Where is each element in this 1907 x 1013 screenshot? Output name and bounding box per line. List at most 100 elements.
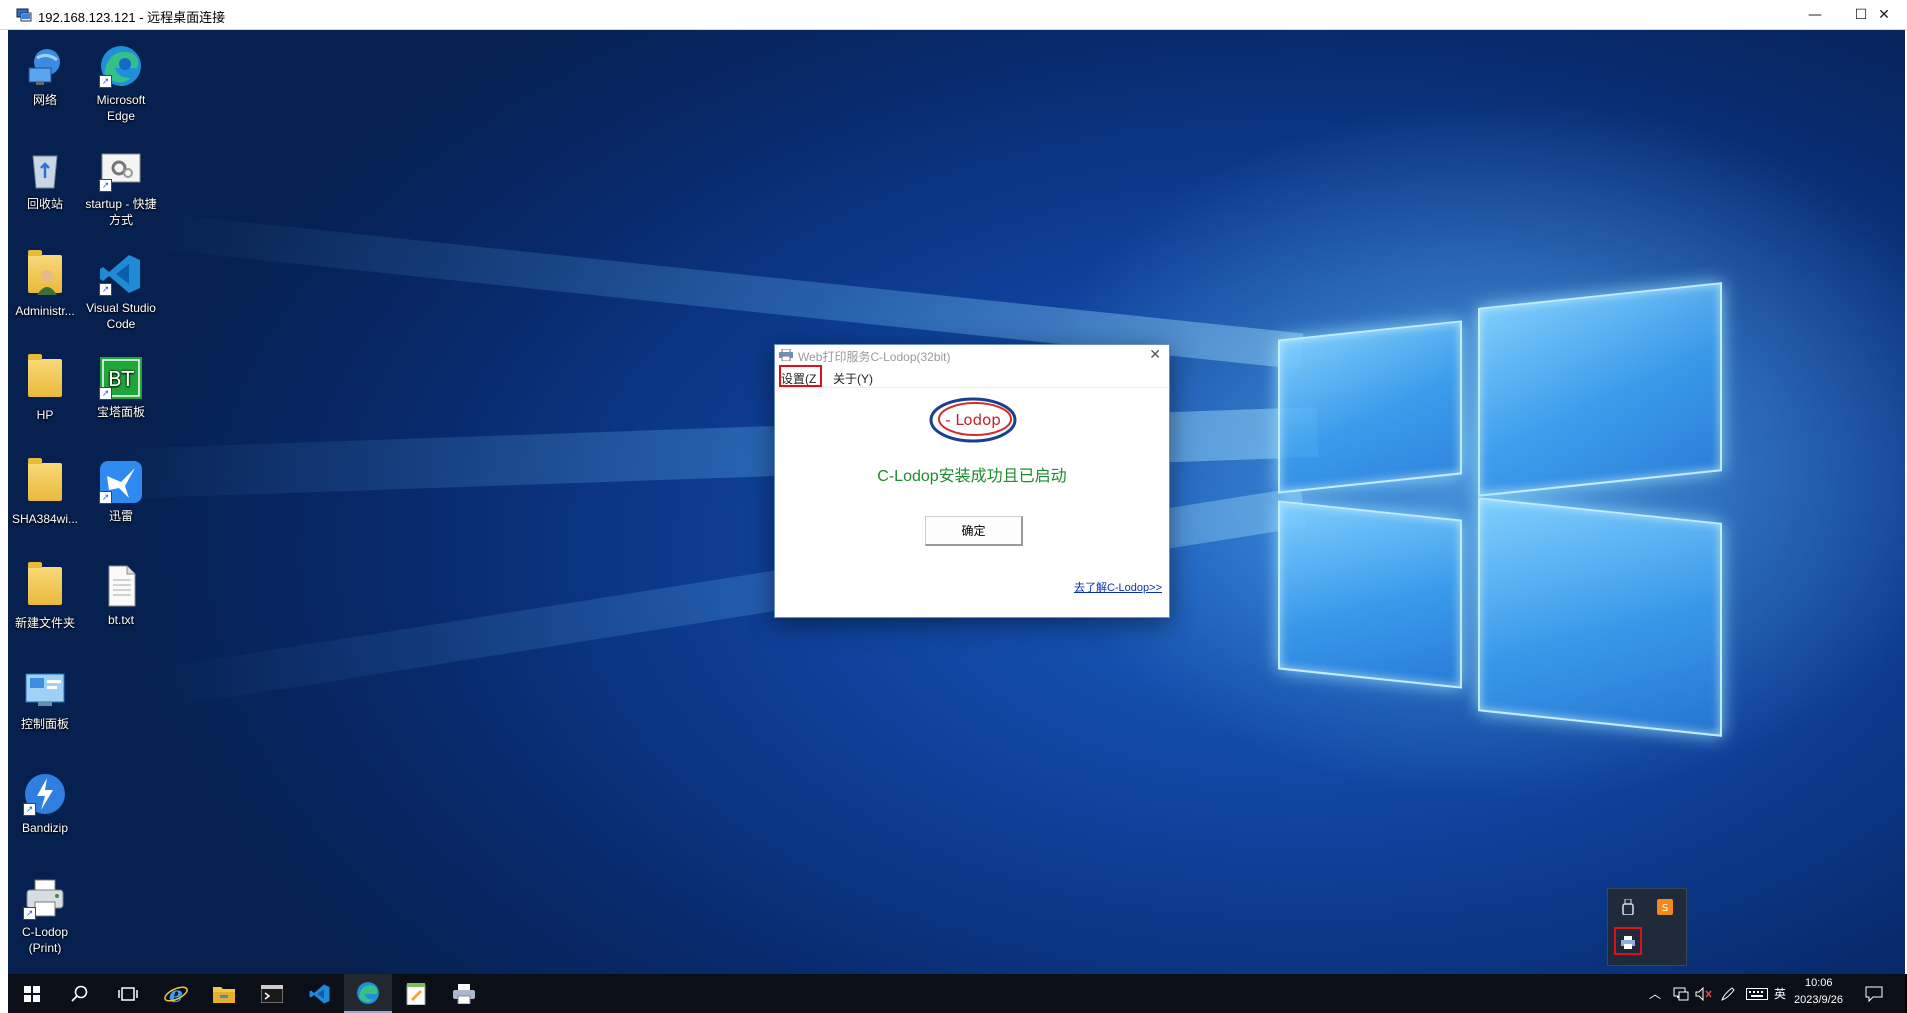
terminal-icon xyxy=(261,984,283,1003)
remote-desktop-icon xyxy=(16,8,32,22)
svg-text:S: S xyxy=(1662,903,1668,914)
bt-panel-icon: BT ↗ xyxy=(99,356,143,400)
desktop-icon-bandizip[interactable]: ↗ Bandizip xyxy=(8,772,82,836)
file-explorer-icon xyxy=(213,986,235,1003)
network-status-icon[interactable] xyxy=(1673,987,1689,1001)
desktop-icon-label: HP xyxy=(36,408,54,422)
shortcut-arrow-icon: ↗ xyxy=(99,491,112,504)
taskbar-printer[interactable] xyxy=(440,974,488,1013)
task-view-icon xyxy=(118,986,138,1001)
desktop-icon-bt-txt[interactable]: bt.txt xyxy=(84,564,158,628)
learn-clodop-link[interactable]: 去了解C-Lodop>> xyxy=(1074,579,1162,595)
dialog-title: Web打印服务C-Lodop(32bit) xyxy=(798,350,951,364)
desktop-icon-vscode[interactable]: ↗ Visual Studio Code xyxy=(84,252,158,332)
search-button[interactable] xyxy=(56,974,104,1013)
new-folder-icon xyxy=(23,562,67,611)
folder-icon xyxy=(28,354,62,397)
start-icon xyxy=(24,985,40,1002)
svg-text:BT: BT xyxy=(108,367,135,391)
network-icon xyxy=(23,44,67,88)
desktop-icon-clodop[interactable]: ↗ C-Lodop (Print) xyxy=(8,876,82,956)
shortcut-arrow-icon: ↗ xyxy=(99,75,112,88)
highlight-box xyxy=(1614,927,1642,955)
pen-icon[interactable] xyxy=(1720,986,1736,1002)
desktop-icon-label: 控制面板 xyxy=(20,717,69,731)
desktop-icon-label: 回收站 xyxy=(26,197,63,211)
sha384-folder-icon xyxy=(23,458,67,507)
ok-button[interactable]: 确定 xyxy=(925,516,1023,546)
desktop-icon-edge[interactable]: ↗ Microsoft Edge xyxy=(84,44,158,124)
desktop-icon-label: SHA384wi... xyxy=(11,512,79,526)
desktop-icon-hp[interactable]: HP xyxy=(8,354,82,423)
folder-icon xyxy=(28,562,62,605)
shortcut-arrow-icon: ↗ xyxy=(99,179,112,192)
remote-desktop: 网络 回收站 Administr... HP SHA384wi... 新建文件夹… xyxy=(8,30,1905,974)
taskbar-terminal[interactable] xyxy=(248,974,296,1013)
shortcut-arrow-icon: ↗ xyxy=(23,803,36,816)
printer-icon xyxy=(779,349,793,361)
start-button[interactable] xyxy=(8,974,56,1013)
taskbar-ie[interactable]: e xyxy=(152,974,200,1013)
notification-icon[interactable] xyxy=(1865,986,1883,1002)
highlight-box xyxy=(779,365,822,387)
xunlei-icon: ↗ xyxy=(99,460,143,504)
desktop-icon-network[interactable]: 网络 xyxy=(8,44,82,108)
desktop-icon-recycle-bin[interactable]: 回收站 xyxy=(8,148,82,212)
rdp-titlebar: 192.168.123.121 - 远程桌面连接 — ☐ ✕ xyxy=(0,0,1907,30)
desktop-icon-label: 网络 xyxy=(32,93,57,107)
desktop-icon-label: C-Lodop (Print) xyxy=(21,925,69,955)
desktop-icon-label: Administr... xyxy=(15,304,75,318)
desktop-icon-label: Bandizip xyxy=(21,821,69,835)
desktop-icon-sha384[interactable]: SHA384wi... xyxy=(8,458,82,527)
close-window-button[interactable]: ✕ xyxy=(1861,0,1907,30)
minimize-button[interactable]: — xyxy=(1792,0,1838,30)
taskbar-vscode[interactable] xyxy=(296,974,344,1013)
ie-icon: e xyxy=(164,982,188,1006)
success-message: C-Lodop安装成功且已启动 xyxy=(877,468,1067,485)
desktop-icon-control-panel[interactable]: 控制面板 xyxy=(8,668,82,732)
shortcut-arrow-icon: ↗ xyxy=(99,283,112,296)
tray-overflow-popup: S xyxy=(1607,888,1687,966)
ime-indicator[interactable]: 英 xyxy=(1774,985,1786,1002)
edge-icon xyxy=(357,981,379,1004)
desktop-icon-new-folder[interactable]: 新建文件夹 xyxy=(8,562,82,631)
keyboard-icon[interactable] xyxy=(1746,988,1768,1000)
text-file-icon xyxy=(99,564,143,608)
printer-icon xyxy=(453,983,475,1004)
minimize-icon: — xyxy=(1808,7,1822,23)
desktop-icon-label: 新建文件夹 xyxy=(14,616,75,630)
tray-chevron-icon[interactable]: ︿ xyxy=(1649,985,1661,1002)
wallpaper-logo-pane xyxy=(1278,320,1462,494)
desktop-icon-label: Visual Studio Code xyxy=(86,301,156,331)
task-view-button[interactable] xyxy=(104,974,152,1013)
desktop-icon-startup[interactable]: ↗ startup - 快捷方式 xyxy=(84,148,158,228)
taskbar: e ︿ 英 10:06 2023/9/26 xyxy=(8,974,1905,1013)
usb-icon[interactable] xyxy=(1619,898,1637,916)
taskbar-edge[interactable] xyxy=(344,974,392,1013)
desktop-icon-xunlei[interactable]: ↗ 迅雷 xyxy=(84,460,158,524)
wallpaper-logo-pane xyxy=(1478,282,1722,497)
menu-about[interactable]: 关于(Y) xyxy=(833,370,873,387)
taskbar-notepad[interactable] xyxy=(392,974,440,1013)
notepad-icon xyxy=(406,982,426,1005)
dialog-menubar: 设置(Z 关于(Y) xyxy=(775,366,1169,388)
control-panel-icon xyxy=(23,668,67,712)
taskbar-file-explorer[interactable] xyxy=(200,974,248,1013)
recycle-bin-icon xyxy=(23,148,67,192)
clock-date[interactable]: 2023/9/26 xyxy=(1794,994,1843,1006)
desktop-icon-label: 宝塔面板 xyxy=(96,405,145,419)
desktop-icon-bt-panel[interactable]: BT ↗ 宝塔面板 xyxy=(84,356,158,420)
vscode-icon: ↗ xyxy=(99,252,143,296)
clock-time[interactable]: 10:06 xyxy=(1805,977,1833,989)
shortcut-arrow-icon: ↗ xyxy=(23,907,36,920)
clodop-printer-icon: ↗ xyxy=(23,876,67,920)
dialog-titlebar[interactable]: Web打印服务C-Lodop(32bit) ✕ xyxy=(775,345,1169,365)
search-icon xyxy=(71,985,88,1002)
sogou-icon[interactable]: S xyxy=(1656,898,1674,916)
desktop-icon-label: Microsoft Edge xyxy=(96,93,146,123)
desktop-icon-administrator[interactable]: Administr... xyxy=(8,250,82,319)
hp-folder-icon xyxy=(23,354,67,403)
vscode-icon xyxy=(309,984,330,1003)
volume-muted-icon[interactable] xyxy=(1695,987,1713,1001)
dialog-close-button[interactable]: ✕ xyxy=(1149,346,1161,363)
